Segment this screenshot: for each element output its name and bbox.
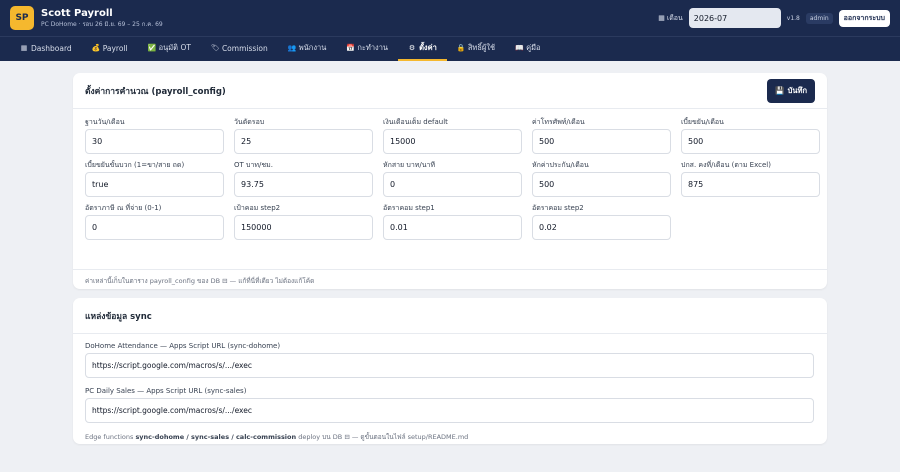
config-field: อัตราคอม step2 [532,203,671,240]
tab-permissions[interactable]: 🔒 สิทธิ์ผู้ใช้ [447,37,505,61]
save-label: บันทึก [787,85,807,95]
tag-icon: 🏷 [210,44,220,52]
config-field: ปกส. คงที่/เดือน (ตาม Excel) [681,160,820,197]
sync-note-prefix: Edge functions [85,433,136,441]
month-input[interactable] [688,8,781,28]
field-label: วันตัดรอบ [234,118,265,126]
config-field: เป้าคอม step2 [234,203,373,240]
attendance-url-input[interactable] [85,353,814,378]
checkmark-icon: ✅ [147,44,157,52]
field-label: เบี้ยขยันขั้นบวก (1=ขา/สาย ถด) [85,161,185,169]
field-input[interactable] [234,129,373,154]
config-grid: ฐานวัน/เดือน วันตัดรอบ เงินเดือนเต็ม def… [73,109,827,240]
config-field: เบี้ยขยันขั้นบวก (1=ขา/สาย ถด) [85,160,224,197]
field-label: ค่าโทรศัพท์/เดือน [532,118,585,126]
tab-dashboard[interactable]: ▦ Dashboard [10,37,82,61]
floppy-disk-icon: 💾 [775,86,785,95]
tab-label: Payroll [102,43,128,53]
field-label: อัตราภาษี ณ ที่จ่าย (0-1) [85,204,162,212]
role-badge: admin [805,12,833,24]
config-field: หักสาย บาท/นาที [383,160,522,197]
sync-note-functions: sync-dohome / sync-sales / calc-commissi… [135,433,297,441]
tab-shifts[interactable]: 📅 กะทำงาน [336,37,398,61]
tab-label: คู่มือ [526,43,541,52]
nav-bar: ▦ Dashboard 💰 Payroll ✅ อนุมัติ OT 🏷 Commiss… [0,36,900,61]
calendar-icon: ▦ [658,14,665,22]
book-icon: 📖 [515,44,524,52]
field-label: หักค่าประกัน/เดือน [532,161,589,169]
sync-note: Edge functions sync-dohome / sync-sales … [85,432,815,442]
logout-button[interactable]: ออกจากระบบ [838,9,890,27]
top-bar: SP Scott Payroll PC DoHome · รอบ 26 มิ.ย… [0,0,900,36]
version-label: v1.8 [786,14,800,22]
field-input[interactable] [532,172,671,197]
field-label: หักสาย บาท/นาที [383,161,436,169]
tab-label: สิทธิ์ผู้ใช้ [467,43,496,52]
sync-card: แหล่งข้อมูล sync DoHome Attendance — App… [73,298,827,444]
sales-url-label: PC Daily Sales — Apps Script URL (sync-s… [85,387,247,395]
tab-label: Commission [221,43,268,53]
field-input[interactable] [234,172,373,197]
tab-settings[interactable]: ⚙ ตั้งค่า [398,37,447,61]
dashboard-icon: ▦ [20,44,28,52]
field-label: ปกส. คงที่/เดือน (ตาม Excel) [681,161,771,169]
field-label: เงินเดือนเต็ม default [383,118,448,126]
field-label: เป้าคอม step2 [234,204,281,212]
tab-label: อนุมัติ OT [158,43,191,52]
config-field: ฐานวัน/เดือน [85,117,224,154]
app-subtitle: PC DoHome · รอบ 26 มิ.ย. 69 – 25 ก.ค. 69 [41,20,163,28]
sales-url-input[interactable] [85,398,814,423]
tab-manual[interactable]: 📖 คู่มือ [505,37,550,61]
tab-employees[interactable]: 👥 พนักงาน [278,37,337,61]
lock-icon: 🔒 [456,44,466,52]
config-card: ตั้งค่าการคำนวณ (payroll_config) 💾 บันทึ… [73,73,827,289]
config-field: วันตัดรอบ [234,117,373,154]
config-field: หักค่าประกัน/เดือน [532,160,671,197]
field-input[interactable] [383,172,522,197]
config-field: เบี้ยขยัน/เดือน [681,117,820,154]
field-input[interactable] [681,172,820,197]
config-field: อัตราภาษี ณ ที่จ่าย (0-1) [85,203,224,240]
config-field: ค่าโทรศัพท์/เดือน [532,117,671,154]
config-title: ตั้งค่าการคำนวณ (payroll_config) [85,86,226,97]
field-input[interactable] [681,129,820,154]
save-button[interactable]: 💾 บันทึก [767,78,815,103]
config-note: ค่าเหล่านี้เก็บในตาราง payroll_config ขอ… [73,269,827,289]
field-input[interactable] [85,129,224,154]
config-field: OT บาท/ชม. [234,160,373,197]
field-input[interactable] [85,215,224,240]
gear-icon: ⚙ [408,44,416,52]
field-input[interactable] [532,129,671,154]
field-input[interactable] [383,129,522,154]
tab-payroll[interactable]: 💰 Payroll [82,37,138,61]
tab-label: Dashboard [31,43,72,53]
field-label: อัตราคอม step1 [383,204,435,212]
config-field: เงินเดือนเต็ม default [383,117,522,154]
field-label: OT บาท/ชม. [234,161,273,169]
field-input[interactable] [85,172,224,197]
field-label: เบี้ยขยัน/เดือน [681,118,724,126]
brand: Scott Payroll PC DoHome · รอบ 26 มิ.ย. 6… [41,8,163,29]
month-label-text: เดือน [666,13,683,22]
app-title: Scott Payroll [41,7,113,19]
attendance-url-label: DoHome Attendance — Apps Script URL (syn… [85,342,281,350]
calendar-icon: 📅 [346,44,356,52]
field-label: ฐานวัน/เดือน [85,118,125,126]
people-icon: 👥 [287,44,297,52]
sync-note-suffix: deploy บน DB ⊟ — ดูขั้นตอนในไฟล์ setup/R… [296,433,469,441]
config-field: อัตราคอม step1 [383,203,522,240]
app-logo: SP [10,6,34,30]
field-input[interactable] [532,215,671,240]
sync-title: แหล่งข้อมูล sync [85,311,152,322]
field-input[interactable] [234,215,373,240]
tab-label: พนักงาน [298,43,327,52]
tab-commission[interactable]: 🏷 Commission [201,37,278,61]
tab-label: กะทำงาน [357,43,389,52]
money-bag-icon: 💰 [91,44,101,52]
tab-approve-ot[interactable]: ✅ อนุมัติ OT [138,37,201,61]
field-input[interactable] [383,215,522,240]
tab-label: ตั้งค่า [419,43,437,52]
field-label: อัตราคอม step2 [532,204,584,212]
month-label: ▦ เดือน [658,13,683,24]
